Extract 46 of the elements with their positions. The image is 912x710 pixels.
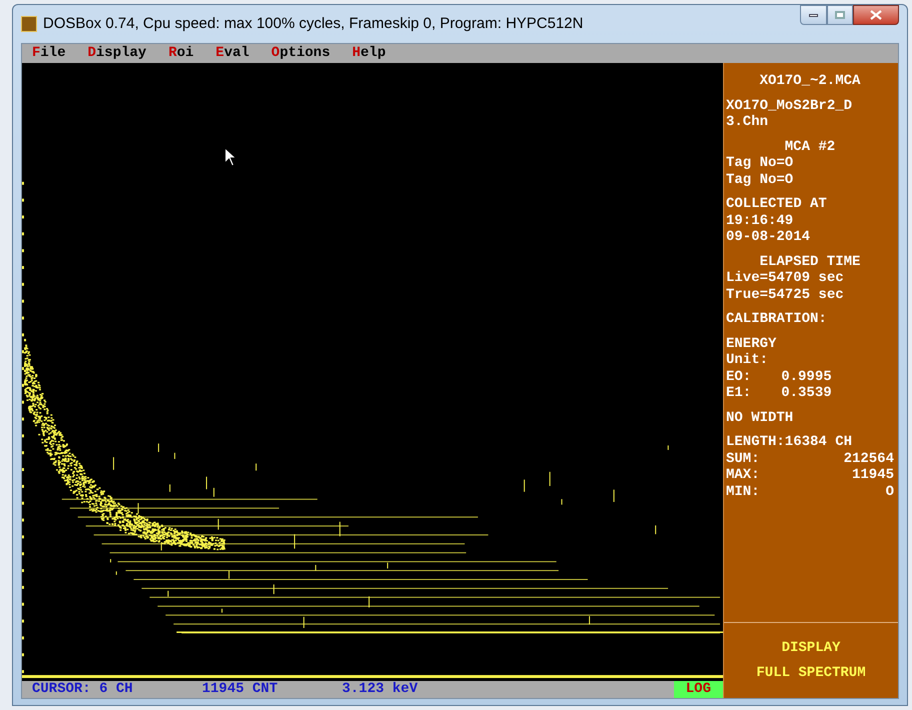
info-text: Tag No=O (726, 172, 794, 188)
info-value: 11945 (852, 467, 894, 484)
info-text: MCA #2 (784, 138, 836, 155)
maximize-button[interactable] (827, 5, 853, 25)
info-label: MIN: (726, 484, 760, 500)
info-value: 0.9995 (781, 368, 832, 385)
info-label: E1: (726, 385, 752, 402)
info-text: LENGTH:16384 CH (726, 434, 854, 450)
info-text: 3.Chn (726, 114, 770, 130)
info-label: MAX: (726, 467, 760, 484)
menu-item[interactable]: Eval (216, 44, 250, 63)
app-logo-icon (21, 16, 37, 32)
info-text: ENERGY (726, 336, 778, 352)
info-text: Tag No=O (726, 155, 794, 172)
close-icon (870, 10, 882, 20)
info-text: 09-08-2014 (726, 229, 812, 246)
menu-item[interactable]: Roi (168, 44, 194, 63)
menu-item[interactable]: File (32, 44, 66, 63)
info-value: 0.3539 (781, 385, 832, 402)
display-mode-text: FULL SPECTRUM (756, 664, 866, 681)
display-mode-text: DISPLAY (782, 640, 840, 656)
close-button[interactable] (853, 5, 899, 25)
log-scale-indicator: LOG (674, 681, 723, 698)
menu-item[interactable]: Help (352, 44, 386, 63)
info-text: XO17O_~2.MCA (758, 73, 862, 90)
info-text: CALIBRATION: (726, 311, 828, 328)
info-text: Live=54709 sec (726, 270, 845, 286)
window-title: DOSBox 0.74, Cpu speed: max 100% cycles, Frameskip 0, Program: HYPC512N (43, 14, 584, 34)
info-label: SUM: (726, 450, 760, 467)
info-text: ELAPSED TIME (758, 254, 862, 270)
mouse-pointer-icon (224, 147, 237, 167)
energy-readout: 3.123 keV (342, 680, 419, 699)
info-label: EO: (726, 368, 752, 385)
info-text: 19:16:49 (726, 212, 794, 229)
info-text: COLLECTED AT (726, 196, 828, 212)
menu-item[interactable]: Options (271, 44, 330, 63)
info-text: True=54725 sec (726, 286, 845, 303)
menu-item[interactable]: Display (88, 44, 146, 63)
info-value: O (886, 484, 894, 500)
cursor-readout: CURSOR: 6 CH (32, 680, 134, 699)
info-text: Unit: (726, 352, 770, 368)
info-text: XO17O_MoS2Br2_D (726, 98, 854, 114)
count-readout: 11945 CNT (202, 680, 279, 699)
info-text: NO WIDTH (726, 410, 794, 426)
minimize-button[interactable] (800, 5, 827, 25)
info-value: 212564 (844, 450, 894, 467)
